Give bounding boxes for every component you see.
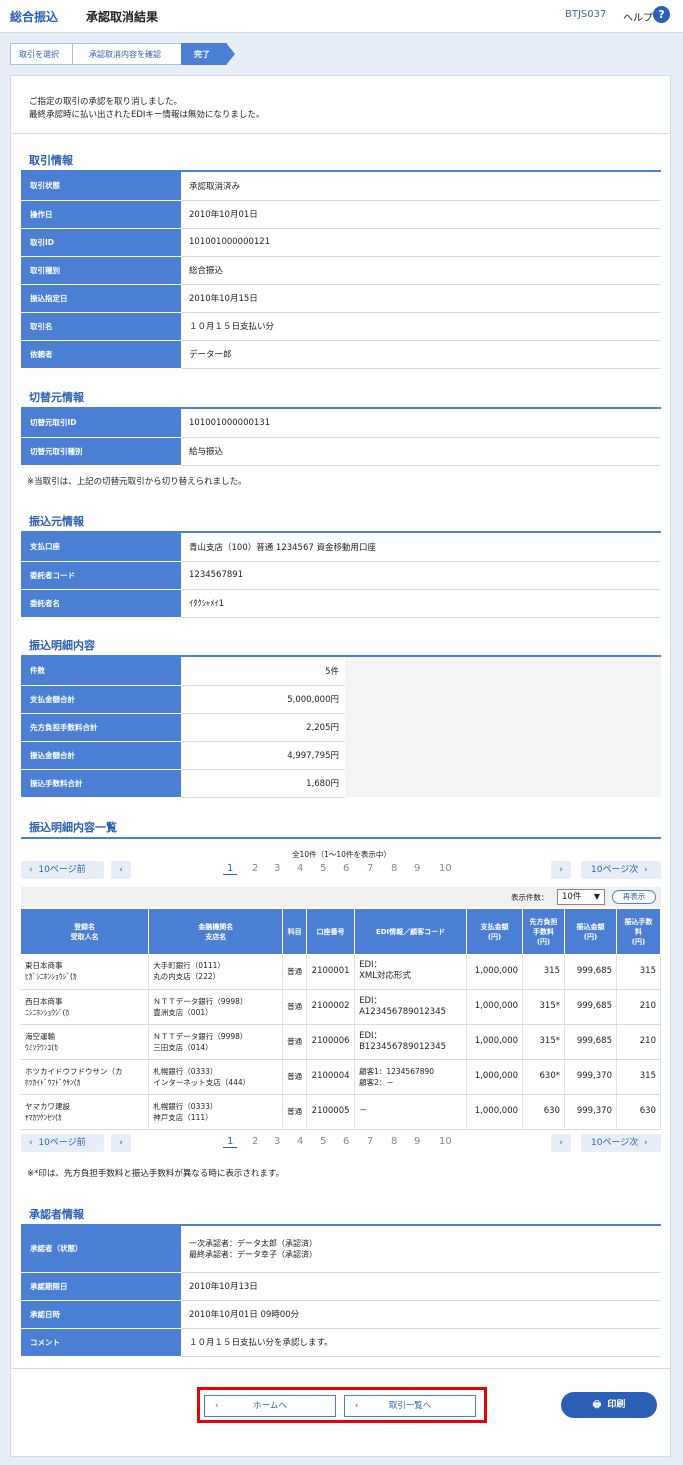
- page-1[interactable]: 1: [223, 863, 238, 875]
- display-count-bar: 表示件数： 10件 ▼ 再表示: [21, 887, 661, 907]
- meisai-summary-table: 件数 5件 支払金額合計 5,000,000円 先方負担手数料合計 2,205円 振込…: [21, 657, 661, 798]
- table-row: 西日本商事 ﾆｼﾆﾎﾝｼｮｳｼﾞ(ｶ ＮＴＴデータ銀行（9998） 豊洲支店（001…: [21, 989, 662, 1025]
- page-4[interactable]: 4: [297, 1136, 303, 1147]
- kirikae-note: ※当取引は、上記の切替元取引から切り替えられました。: [27, 477, 247, 487]
- chevron-left-icon: ‹: [29, 865, 33, 875]
- page-2[interactable]: 2: [252, 863, 258, 874]
- prev-page-button[interactable]: ‹: [111, 1134, 131, 1152]
- step-complete: 完了: [181, 43, 227, 65]
- step-arrow-active: [226, 43, 235, 65]
- result-message: ご指定の取引の承認を取り消しました。 最終承認時に払い出されたEDIキー情報は無…: [29, 97, 265, 120]
- section-title-kirikae: 切替元情報: [29, 391, 84, 404]
- record-count: 全10件（1～10件を表示中）: [292, 850, 391, 859]
- page-3[interactable]: 3: [274, 863, 280, 874]
- page-6[interactable]: 6: [343, 1136, 349, 1147]
- kirikae-table: 切替元取引ID 101001000000131 切替元取引種別 給与振込: [21, 409, 661, 466]
- page-5[interactable]: 5: [320, 863, 326, 874]
- prev-10-pages-button[interactable]: ‹ 10ページ前: [21, 861, 104, 879]
- chevron-left-icon: ‹: [29, 1138, 33, 1148]
- next-page-button[interactable]: ›: [551, 861, 571, 879]
- meisai-list-table: 登録名 受取人名 金融機関名 支店名 科目 口座番号 EDI情報／顧客コード 支払金…: [21, 909, 662, 1130]
- next-page-button[interactable]: ›: [551, 1134, 571, 1152]
- chevron-right-icon: ›: [559, 1138, 563, 1148]
- next-10-pages-button[interactable]: 10ページ次 ›: [581, 861, 661, 879]
- page-3[interactable]: 3: [274, 1136, 280, 1147]
- chevron-right-icon: ›: [644, 865, 648, 875]
- table-row: 海空運輸 ｳﾐｿﾗｳﾝﾕ(ｶ ＮＴＴデータ銀行（9998） 三田支店（014） 普通…: [21, 1024, 662, 1060]
- page-9[interactable]: 9: [414, 1136, 420, 1147]
- display-count-label: 表示件数：: [511, 893, 549, 902]
- page-5[interactable]: 5: [320, 1136, 326, 1147]
- pager-bottom: ‹ 10ページ前 ‹ 1 2 3 4 5 6 7 8 9 10 › 10ページ次…: [21, 1134, 661, 1152]
- section-title-shoninsha: 承認者情報: [29, 1208, 84, 1221]
- page-8[interactable]: 8: [391, 863, 397, 874]
- pager-top: ‹ 10ページ前 ‹ 1 2 3 4 5 6 7 8 9 10 › 10ページ次…: [21, 861, 661, 879]
- page-6[interactable]: 6: [343, 863, 349, 874]
- main-panel: ご指定の取引の承認を取り消しました。 最終承認時に払い出されたEDIキー情報は無…: [10, 75, 671, 1457]
- asterisk-note: ※*印は、先方負担手数料と振込手数料が異なる時に表示されます。: [27, 1169, 285, 1179]
- table-row: ホツカイドウフドウサン（カ ﾎﾂｶｲﾄﾞｳﾌﾄﾞｳｻﾝ(ｶ 札幌銀行（0333）イ…: [21, 1059, 662, 1095]
- next-10-pages-button[interactable]: 10ページ次 ›: [581, 1134, 661, 1152]
- step-confirm: 承認取消内容を確認: [72, 43, 184, 65]
- page-10[interactable]: 10: [439, 863, 452, 874]
- table-row: ヤマカワ建設 ﾔﾏｶﾜｹﾝｾﾂ(ｶ 札幌銀行（0333） 神戸支店（111） 普通 …: [21, 1094, 662, 1130]
- home-button[interactable]: ‹ ホームへ: [204, 1395, 336, 1417]
- section-title-list: 振込明細内容一覧: [29, 821, 117, 834]
- page-7[interactable]: 7: [367, 863, 373, 874]
- dropdown-arrow-icon: ▼: [593, 892, 600, 901]
- chevron-left-icon: ‹: [119, 865, 123, 875]
- printer-icon: 🖶: [592, 1400, 602, 1410]
- chevron-right-icon: ›: [644, 1138, 648, 1148]
- page-4[interactable]: 4: [297, 863, 303, 874]
- page-10[interactable]: 10: [439, 1136, 452, 1147]
- step-select: 取引を選択: [10, 43, 74, 65]
- section-title-meisai: 振込明細内容: [29, 639, 95, 652]
- page-2[interactable]: 2: [252, 1136, 258, 1147]
- section-title-furikomimoto: 振込元情報: [29, 515, 84, 528]
- page-title: 承認取消結果: [86, 10, 159, 24]
- page-8[interactable]: 8: [391, 1136, 397, 1147]
- torihiki-table: 取引状態 承認取消済み 操作日 2010年10月01日 取引ID 1010010000…: [21, 172, 661, 369]
- chevron-left-icon: ‹: [215, 1401, 219, 1411]
- app-name: 総合振込: [10, 10, 59, 24]
- section-title-torihiki: 取引情報: [29, 154, 73, 167]
- display-count-select[interactable]: 10件 ▼: [557, 889, 605, 905]
- page-7[interactable]: 7: [367, 1136, 373, 1147]
- help-link[interactable]: ヘルプ: [623, 9, 653, 24]
- table-row: 東日本商事 ﾋｶﾞｼﾆﾎﾝｼｮｳｼﾞ(ｶ 大手町銀行（0111） 丸の内支店（222…: [21, 954, 662, 990]
- furikomimoto-table: 支払口座 青山支店（100）普通 1234567 資金移動用口座 委託者コード 12…: [21, 533, 661, 618]
- shoninsha-table: 承認者（状態） 一次承認者：データ太郎（承認済） 最終承認者：データ幸子（承認済） …: [21, 1226, 661, 1357]
- screen-code: BTJS037: [565, 9, 607, 20]
- help-icon[interactable]: ?: [653, 6, 670, 23]
- chevron-left-icon: ‹: [355, 1401, 359, 1411]
- print-button[interactable]: 🖶 印刷: [561, 1392, 657, 1418]
- redisplay-button[interactable]: 再表示: [612, 890, 656, 904]
- transaction-list-button[interactable]: ‹ 取引一覧へ: [344, 1395, 476, 1417]
- page-1[interactable]: 1: [223, 1136, 238, 1148]
- chevron-right-icon: ›: [559, 865, 563, 875]
- header-bar: 総合振込 承認取消結果 BTJS037 ヘルプ ?: [0, 0, 683, 33]
- page-9[interactable]: 9: [414, 863, 420, 874]
- prev-page-button[interactable]: ‹: [111, 861, 131, 879]
- prev-10-pages-button[interactable]: ‹ 10ページ前: [21, 1134, 104, 1152]
- chevron-left-icon: ‹: [119, 1138, 123, 1148]
